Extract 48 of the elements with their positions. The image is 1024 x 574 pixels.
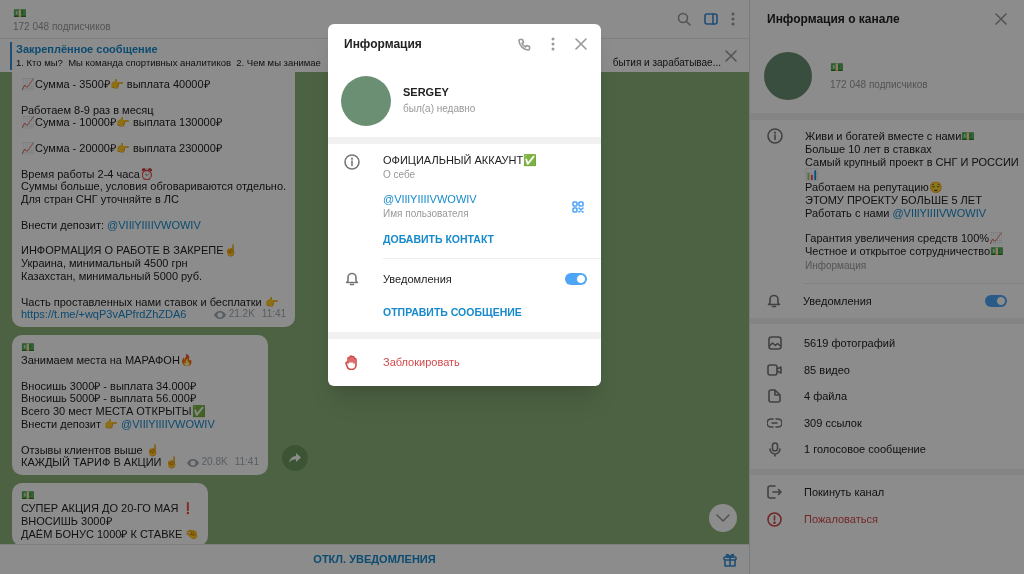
message-line: Суммы больше, условия обговариваются отдельно. xyxy=(21,180,287,194)
notifications-label: Уведомления xyxy=(383,271,453,287)
message-line: Самый крупный проект в СНГ И РОССИИ xyxy=(805,155,1019,169)
message-line: Больше 10 лет в ставках xyxy=(805,142,933,156)
message-line: Живи и богатей вместе с нами💵 xyxy=(805,130,977,143)
channel-title: 💵 xyxy=(13,5,27,20)
message-line: 📈Сумма - 20000₽👉 выплата 230000₽ xyxy=(21,142,223,155)
message-line: Работаем 8-9 раз в месяц xyxy=(21,103,155,116)
message-line: Вносишь 5000₽ - выплата 56.000₽ xyxy=(21,392,197,405)
message-line: Гарантия увеличения средств 100%📈 xyxy=(805,232,1005,246)
message-line: ДАЁМ БОНУС 1000₽ К СТАВКЕ 🤏 xyxy=(21,527,200,541)
message-line: Занимаем места на МАРАФОН🔥 xyxy=(21,353,195,367)
user-status: был(а) недавно xyxy=(403,102,476,116)
field-label: Информация xyxy=(805,258,867,273)
message-line: Для стран СНГ уточняйте в ЛС xyxy=(21,193,181,206)
message-line: Украина, минимальный 4500 грн xyxy=(21,257,189,270)
field-label: О себе xyxy=(383,168,416,182)
user-name: SERGEY xyxy=(403,85,449,99)
bio-text: ОФИЦИАЛЬНЫЙ АККАУНТ✅ xyxy=(383,153,538,167)
pinned-label: Закреплённое сообщение xyxy=(16,41,158,56)
message-line: Часть проставленных нами ставок и бесплатки 👉 xyxy=(21,295,280,309)
message-line: Работаем на репутацию😌 xyxy=(805,181,944,194)
message-line: Казахстан, минимальный 5000 руб. xyxy=(21,269,204,283)
message-line: Честное и открытое сотрудничество💵 xyxy=(805,245,1006,258)
message-line: КАЖДЫЙ ТАРИФ В АКЦИИ ☝ xyxy=(21,456,179,470)
message-line: Внести депозит: xyxy=(21,218,106,231)
pinned-text: бытия и зарабатывае... xyxy=(612,55,722,70)
message-line: 💵 xyxy=(21,341,36,354)
notifications-label: Уведомления xyxy=(803,293,873,309)
channel-name: 💵 xyxy=(830,59,844,74)
message-line: 💵 xyxy=(21,489,36,502)
message-line: Вносишь 3000₽ - выплата 34.000₽ xyxy=(21,379,197,393)
message-line: Внести депозит 👉 xyxy=(21,417,120,430)
message-line: Время работы 2-4 часа⏰ xyxy=(21,167,155,181)
message-line: ИНФОРМАЦИЯ О РАБОТЕ В ЗАКРЕПЕ☝ xyxy=(21,244,239,258)
message-line: СУПЕР АКЦИЯ ДО 20-ГО МАЯ ❗ xyxy=(21,501,197,515)
message-line: ЭТОМУ ПРОЕКТУ БОЛЬШЕ 5 ЛЕТ xyxy=(805,194,983,207)
message-line: Работать с нами xyxy=(805,206,891,219)
message-line: 📊 xyxy=(805,168,820,182)
message-line: Всего 30 мест МЕСТА ОТКРЫТЫ✅ xyxy=(21,405,207,418)
message-line: 📈Сумма - 3500₽👉 выплата 40000₽ xyxy=(21,78,211,91)
panel-title: Информация о канале xyxy=(767,11,901,28)
message-line: Отзывы клиентов выше ☝ xyxy=(21,443,161,457)
field-label: Имя пользователя xyxy=(383,207,469,221)
message-line: ВНОСИШЬ 3000₽ xyxy=(21,514,113,528)
message-line: 📈Сумма - 10000₽👉 выплата 130000₽ xyxy=(21,116,223,130)
pinned-text: 1. Кто мы? Мы команда спортивных аналитиков 2. Чем мы занимае xyxy=(16,55,321,70)
dialog-title: Информация xyxy=(344,36,423,53)
